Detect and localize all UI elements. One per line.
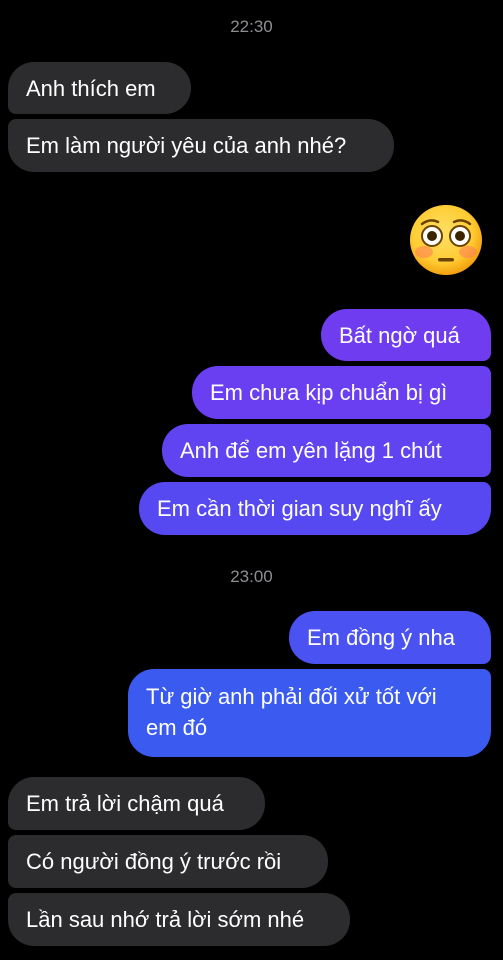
outgoing-message[interactable]: Anh để em yên lặng 1 chút	[162, 424, 491, 477]
outgoing-message[interactable]: Em đồng ý nha	[289, 611, 491, 664]
incoming-message[interactable]: Anh thích em	[8, 62, 191, 114]
outgoing-message[interactable]: Em chưa kịp chuẩn bị gì	[192, 366, 491, 419]
incoming-message[interactable]: Em làm người yêu của anh nhé?	[8, 119, 394, 172]
message-text: Anh thích em	[26, 75, 156, 101]
outgoing-message[interactable]: Em cần thời gian suy nghĩ ấy	[139, 482, 491, 535]
message-text: Em trả lời chậm quá	[26, 791, 224, 816]
incoming-message[interactable]: Lần sau nhớ trả lời sớm nhé	[8, 893, 350, 946]
message-text: Em làm người yêu của anh nhé?	[26, 133, 347, 158]
outgoing-message[interactable]: Từ giờ anh phải đối xử tốt với em đó	[128, 669, 491, 757]
message-text: Em cần thời gian suy nghĩ ấy	[157, 496, 442, 521]
incoming-message[interactable]: Có người đồng ý trước rồi	[8, 835, 328, 888]
flushed-face-icon	[410, 205, 482, 275]
timestamp: 23:00	[230, 567, 273, 586]
message-text: Bất ngờ quá	[339, 322, 460, 348]
message-text: Có người đồng ý trước rồi	[26, 849, 282, 874]
flushed-face-emoji-icon[interactable]	[408, 204, 484, 276]
message-text: Em đồng ý nha	[307, 625, 455, 650]
message-text: Anh để em yên lặng 1 chút	[180, 438, 442, 463]
message-text: Em chưa kịp chuẩn bị gì	[210, 380, 448, 405]
timestamp: 22:30	[230, 17, 273, 36]
incoming-message[interactable]: Em trả lời chậm quá	[8, 777, 265, 830]
message-text: Từ giờ anh phải đối xử tốt với em đó	[146, 684, 437, 740]
outgoing-message[interactable]: Bất ngờ quá	[321, 309, 491, 361]
message-text: Lần sau nhớ trả lời sớm nhé	[26, 907, 305, 932]
